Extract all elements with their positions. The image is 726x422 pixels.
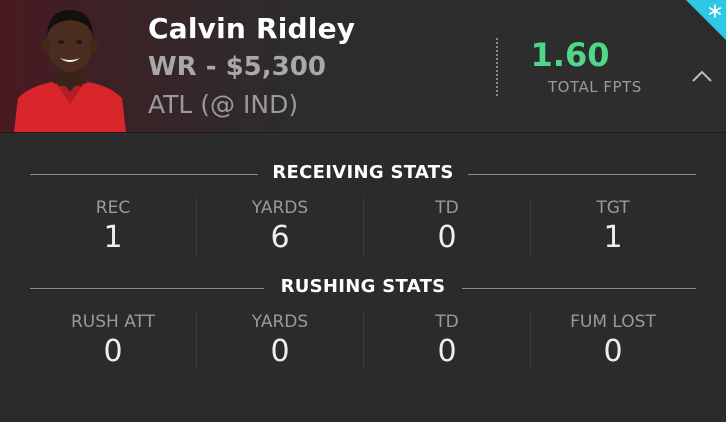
rushing-stats-row: RUSH ATT 0 YARDS 0 TD 0 FUM LOST 0 bbox=[30, 308, 696, 370]
stat-value: 0 bbox=[603, 334, 623, 369]
stat-label: TD bbox=[435, 198, 459, 218]
stat-value: 0 bbox=[270, 334, 290, 369]
stat-td: TD 0 bbox=[364, 194, 530, 256]
stat-rush-att: RUSH ATT 0 bbox=[30, 308, 196, 370]
snowflake-icon bbox=[686, 0, 726, 40]
stat-rush-td: TD 0 bbox=[364, 308, 530, 370]
header-divider bbox=[496, 38, 498, 96]
stat-rec: REC 1 bbox=[30, 194, 196, 256]
chevron-up-icon[interactable] bbox=[690, 64, 714, 88]
stat-value: 0 bbox=[437, 334, 457, 369]
stat-value: 0 bbox=[103, 334, 123, 369]
stat-value: 0 bbox=[437, 220, 457, 255]
stat-value: 1 bbox=[103, 220, 123, 255]
position-salary: WR - $5,300 bbox=[148, 52, 326, 82]
rushing-section-header: RUSHING STATS bbox=[30, 274, 696, 304]
stat-label: TD bbox=[435, 312, 459, 332]
receiving-stats-row: REC 1 YARDS 6 TD 0 TGT 1 bbox=[30, 194, 696, 256]
stat-label: YARDS bbox=[251, 312, 309, 332]
stat-label: FUM LOST bbox=[570, 312, 656, 332]
team-matchup: ATL (@ IND) bbox=[148, 90, 299, 119]
stat-yards: YARDS 6 bbox=[197, 194, 363, 256]
total-fpts-value: 1.60 bbox=[530, 36, 610, 74]
player-photo bbox=[10, 0, 130, 132]
divider-line bbox=[462, 288, 696, 289]
total-fpts-label: TOTAL FPTS bbox=[548, 78, 642, 96]
stat-tgt: TGT 1 bbox=[530, 194, 696, 256]
stat-label: YARDS bbox=[251, 198, 309, 218]
rushing-stats-title: RUSHING STATS bbox=[280, 276, 446, 297]
stat-value: 1 bbox=[603, 220, 623, 255]
receiving-stats-title: RECEIVING STATS bbox=[272, 162, 454, 183]
stat-rush-yards: YARDS 0 bbox=[197, 308, 363, 370]
player-header: Calvin Ridley WR - $5,300 ATL (@ IND) 1.… bbox=[0, 0, 726, 133]
stat-label: TGT bbox=[596, 198, 630, 218]
receiving-section-header: RECEIVING STATS bbox=[30, 160, 696, 190]
stat-fum-lost: FUM LOST 0 bbox=[530, 308, 696, 370]
stat-label: REC bbox=[95, 198, 131, 218]
player-name: Calvin Ridley bbox=[148, 12, 356, 45]
stat-label: RUSH ATT bbox=[70, 312, 155, 332]
divider-line bbox=[468, 174, 696, 175]
stat-value: 6 bbox=[270, 220, 290, 255]
